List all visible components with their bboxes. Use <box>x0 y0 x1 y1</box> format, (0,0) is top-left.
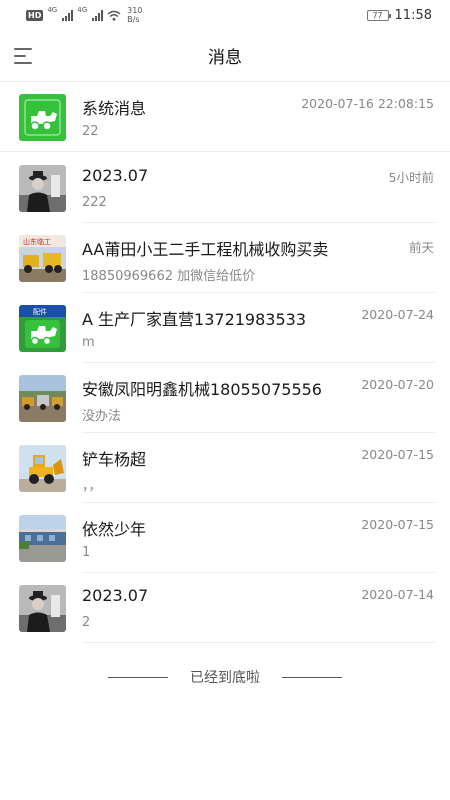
page-title: 消息 <box>208 48 242 68</box>
net-speed: 310 B/s <box>127 6 142 24</box>
green-loader-icon: 配件 <box>19 305 66 352</box>
divider-right <box>282 676 342 678</box>
system-message-row[interactable]: 系统消息 22 2020-07-16 22:08:15 <box>0 82 450 152</box>
message-preview: 2 <box>82 615 91 630</box>
status-right: 77 11:58 <box>366 7 432 23</box>
contact-avatar <box>19 165 66 212</box>
message-preview: ，， <box>82 479 102 494</box>
yellow-loader-icon <box>19 445 66 492</box>
loaders-photo-icon: 山东临工 <box>19 235 66 282</box>
status-bar: HD 4G 4G 310 B/s 77 11:58 <box>0 0 450 30</box>
wifi-icon <box>107 10 121 21</box>
signal-label-1: 4G <box>47 6 58 14</box>
building-photo-icon <box>19 515 66 562</box>
message-preview: 没办法 <box>82 409 122 424</box>
contact-name: 铲车杨超 <box>82 450 147 469</box>
message-time: 前天 <box>408 240 434 255</box>
status-left: HD 4G 4G 310 B/s <box>26 6 142 24</box>
app-header: 消息 <box>0 30 450 82</box>
message-row[interactable]: 2023.07 2 2020-07-14 <box>0 573 450 643</box>
system-message-preview: 22 <box>82 124 99 139</box>
system-message-name: 系统消息 <box>82 99 147 118</box>
message-row[interactable]: 依然少年 1 2020-07-15 <box>0 503 450 573</box>
message-time: 2020-07-20 <box>361 377 434 392</box>
signal-icon <box>92 9 104 21</box>
message-preview: 222 <box>82 195 107 210</box>
contact-avatar: 配件 <box>19 305 66 352</box>
system-message-time: 2020-07-16 22:08:15 <box>301 96 434 111</box>
loader-icon <box>19 94 66 141</box>
contact-name: 安徽凤阳明鑫机械18055075556 <box>82 380 322 399</box>
battery-icon: 77 <box>366 9 391 21</box>
contact-name: 依然少年 <box>82 520 147 539</box>
message-preview: 1 <box>82 545 91 560</box>
contact-name: 2023.07 <box>82 586 149 605</box>
banner-text: 山东临工 <box>23 237 51 246</box>
message-preview: m <box>82 335 95 350</box>
message-row[interactable]: 2023.07 222 5小时前 <box>0 153 450 223</box>
contact-name: AA莆田小王二手工程机械收购买卖 <box>82 240 329 259</box>
end-of-list-text: 已经到底啦 <box>190 670 260 686</box>
contact-name: A 生产厂家直营13721983533 <box>82 310 307 329</box>
message-row[interactable]: 安徽凤阳明鑫机械18055075556 没办法 2020-07-20 <box>0 363 450 433</box>
signal-icon <box>62 9 74 21</box>
contact-avatar <box>19 375 66 422</box>
system-message-avatar <box>19 94 66 141</box>
net-speed-unit: B/s <box>127 15 140 24</box>
message-time: 5小时前 <box>388 170 434 185</box>
divider-left <box>108 676 168 678</box>
contact-avatar: 山东临工 <box>19 235 66 282</box>
person-photo-icon <box>19 165 66 212</box>
end-of-list: 已经到底啦 <box>0 663 450 691</box>
contact-avatar <box>19 445 66 492</box>
message-time: 2020-07-14 <box>361 587 434 602</box>
contact-avatar <box>19 515 66 562</box>
hd-icon: HD <box>26 9 44 21</box>
equipment-yard-icon <box>19 375 66 422</box>
net-speed-value: 310 <box>127 6 143 15</box>
contact-name: 2023.07 <box>82 166 149 185</box>
message-time: 2020-07-15 <box>361 517 434 532</box>
clock: 11:58 <box>394 7 432 23</box>
message-row[interactable]: 铲车杨超 ，， 2020-07-15 <box>0 433 450 503</box>
menu-icon[interactable] <box>14 44 38 68</box>
message-time: 2020-07-15 <box>361 447 434 462</box>
message-time: 2020-07-24 <box>361 307 434 322</box>
contact-avatar <box>19 585 66 632</box>
message-row[interactable]: 山东临工 AA莆田小王二手工程机械收购买卖 18850969662 加微信给低价… <box>0 223 450 293</box>
signal-label-2: 4G <box>77 6 88 14</box>
person-photo-icon <box>19 585 66 632</box>
banner-text: 配件 <box>33 307 47 316</box>
message-preview: 18850969662 加微信给低价 <box>82 269 256 284</box>
message-row[interactable]: 配件 A 生产厂家直营13721983533 m 2020-07-24 <box>0 293 450 363</box>
message-list: 2023.07 222 5小时前 山东临工 AA莆田小王二手工程机械收购买卖 1… <box>0 153 450 643</box>
